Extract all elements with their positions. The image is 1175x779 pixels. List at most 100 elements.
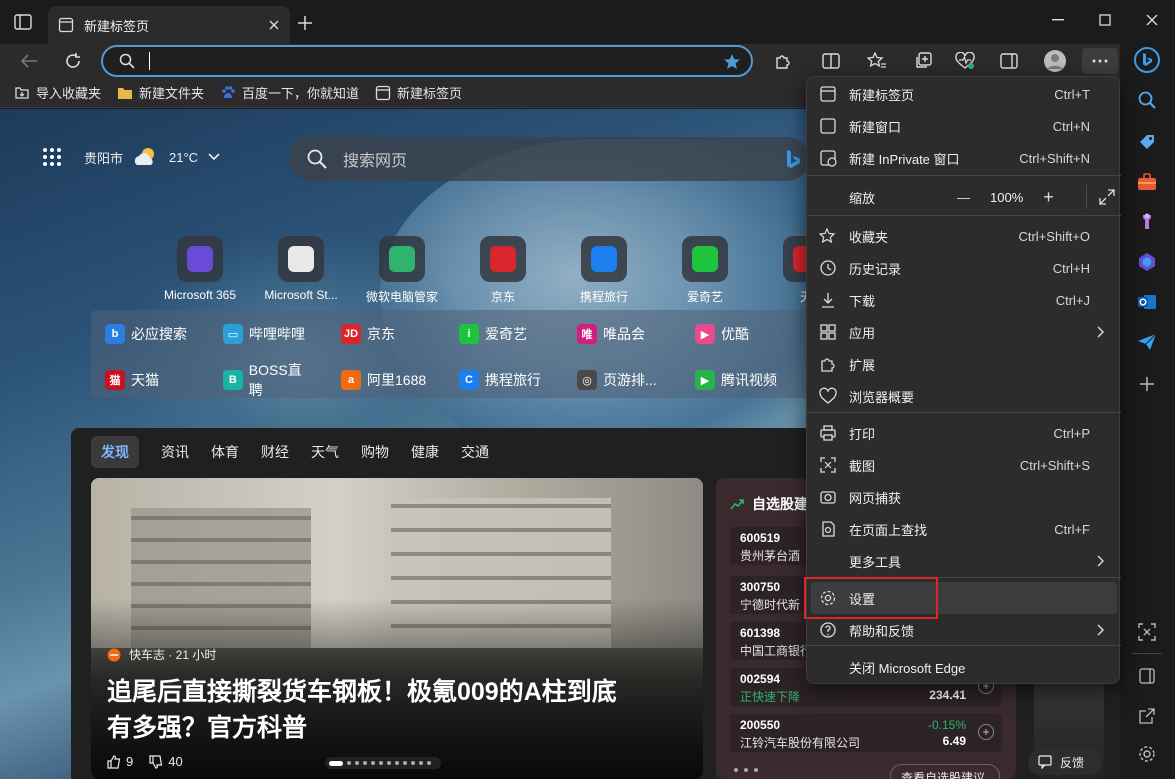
new-tab-button[interactable]: [296, 14, 314, 32]
weather-temperature: 21°C: [169, 149, 199, 165]
menu-item-label: 收藏夹: [849, 229, 889, 245]
address-bar[interactable]: [101, 45, 753, 77]
favorites-icon[interactable]: [862, 48, 892, 74]
menu-item[interactable]: 历史记录 Ctrl+H: [807, 252, 1121, 284]
feed-tab[interactable]: 健康: [411, 442, 439, 462]
favorite-baidu[interactable]: 百度一下，你就知道: [220, 83, 359, 102]
close-window-button[interactable]: [1129, 0, 1175, 40]
close-tab-icon[interactable]: [268, 19, 280, 31]
app-launcher-icon[interactable]: [42, 147, 62, 167]
quick-link[interactable]: ▶ 优酷: [695, 324, 787, 344]
bing-copilot-icon[interactable]: [1133, 46, 1161, 74]
sidebar-toggle-icon[interactable]: [994, 48, 1024, 74]
menu-item[interactable]: 收藏夹 Ctrl+Shift+O: [807, 220, 1121, 252]
tools-briefcase-icon[interactable]: [1133, 168, 1161, 196]
menu-item[interactable]: 下载 Ctrl+J: [807, 284, 1121, 316]
feedback-button[interactable]: 反馈: [1028, 749, 1102, 775]
menu-item[interactable]: 扩展: [807, 348, 1121, 380]
games-icon[interactable]: [1133, 208, 1161, 236]
feed-tab[interactable]: 购物: [361, 442, 389, 462]
open-external-icon[interactable]: [1133, 702, 1161, 730]
quick-link[interactable]: b 必应搜索: [105, 324, 197, 344]
quick-link[interactable]: JD 京东: [341, 324, 433, 344]
browser-essentials-icon[interactable]: [950, 48, 980, 74]
zoom-out-button[interactable]: —: [957, 190, 970, 205]
stock-row[interactable]: 200550 江铃汽车股份有限公司 -0.15% 6.49 +: [730, 714, 1002, 752]
menu-item[interactable]: 关闭 Microsoft Edge: [807, 651, 1121, 683]
shopping-tag-icon[interactable]: [1133, 128, 1161, 156]
minimize-button[interactable]: [1035, 0, 1081, 40]
weather-widget[interactable]: 贵阳市 21°C: [42, 147, 220, 167]
quick-link[interactable]: ▭ 哔哩哔哩: [223, 324, 315, 344]
top-site-tile[interactable]: 爱奇艺: [665, 236, 745, 305]
quick-link[interactable]: i 爱奇艺: [459, 324, 551, 344]
outlook-icon[interactable]: [1133, 288, 1161, 316]
hide-sidebar-icon[interactable]: [1133, 662, 1161, 690]
carousel-dots[interactable]: [325, 757, 441, 769]
quick-link[interactable]: C 携程旅行: [459, 360, 551, 400]
menu-item[interactable]: 新建窗口 Ctrl+N: [807, 110, 1121, 142]
feed-tab[interactable]: 体育: [211, 442, 239, 462]
back-icon[interactable]: [14, 48, 44, 74]
menu-item[interactable]: 缩放 — 100% +: [807, 181, 1121, 213]
sidebar-settings-icon[interactable]: [1133, 740, 1161, 768]
top-site-tile[interactable]: Microsoft 365: [160, 236, 240, 305]
menu-item[interactable]: 浏览器概要: [807, 380, 1121, 412]
favorite-new-folder[interactable]: 新建文件夹: [117, 83, 204, 102]
settings-and-more-button[interactable]: [1082, 48, 1118, 74]
quick-link[interactable]: 猫天猫: [105, 360, 197, 400]
maximize-button[interactable]: [1082, 0, 1128, 40]
feed-tab[interactable]: 交通: [461, 442, 489, 462]
extensions-puzzle-icon[interactable]: [768, 48, 798, 74]
add-sidebar-app-icon[interactable]: [1133, 370, 1161, 398]
menu-item[interactable]: 网页捕获: [807, 481, 1121, 513]
top-site-icon: [682, 236, 728, 282]
web-search-box[interactable]: 搜索网页: [289, 137, 809, 181]
menu-item[interactable]: 更多工具: [807, 545, 1121, 577]
stock-pager-dots[interactable]: [734, 768, 758, 772]
chevron-down-icon[interactable]: [208, 153, 220, 161]
top-site-tile[interactable]: 微软电脑管家: [362, 236, 442, 305]
menu-item[interactable]: 新建标签页 Ctrl+T: [807, 78, 1121, 110]
microsoft-365-icon[interactable]: [1133, 248, 1161, 276]
quick-link[interactable]: a 阿里1688: [341, 360, 433, 400]
refresh-icon[interactable]: [58, 48, 88, 74]
feed-tab[interactable]: 资讯: [161, 442, 189, 462]
quick-link[interactable]: B BOSS直聘: [223, 360, 315, 400]
feed-tab[interactable]: 发现: [91, 436, 139, 468]
view-stock-suggestions-button[interactable]: 查看自选股建议: [890, 764, 1000, 779]
feed-tab[interactable]: 财经: [261, 442, 289, 462]
favorite-star-icon[interactable]: [723, 53, 741, 70]
quick-link[interactable]: 唯唯品会: [577, 324, 669, 344]
news-photo-card[interactable]: 快车志 · 21 小时 追尾后直接撕裂货车钢板！极氪009的A柱到底 有多强？官…: [91, 478, 703, 779]
top-site-tile[interactable]: 京东: [463, 236, 543, 305]
profile-avatar[interactable]: [1040, 48, 1070, 74]
dislike-button[interactable]: 40: [149, 754, 183, 769]
tab-actions-icon[interactable]: [14, 14, 32, 30]
news-headline[interactable]: 追尾后直接撕裂货车钢板！极氪009的A柱到底 有多强？官方科普: [107, 674, 617, 746]
collections-icon[interactable]: [908, 48, 938, 74]
add-stock-icon[interactable]: +: [978, 724, 994, 740]
favorite-import[interactable]: 导入收藏夹: [14, 83, 101, 102]
menu-item[interactable]: 新建 InPrivate 窗口 Ctrl+Shift+N: [807, 142, 1121, 174]
top-site-tile[interactable]: Microsoft St...: [261, 236, 341, 305]
search-icon[interactable]: [1133, 86, 1161, 114]
tab-new-tab[interactable]: 新建标签页: [48, 6, 290, 44]
screenshot-icon[interactable]: [1133, 618, 1161, 646]
favorite-new-tab[interactable]: 新建标签页: [375, 83, 462, 102]
top-site-tile[interactable]: 携程旅行: [564, 236, 644, 305]
split-screen-icon[interactable]: [816, 48, 846, 74]
menu-item[interactable]: 截图 Ctrl+Shift+S: [807, 449, 1121, 481]
send-icon[interactable]: [1133, 328, 1161, 356]
zoom-in-button[interactable]: +: [1043, 187, 1054, 208]
menu-item[interactable]: 在页面上查找 Ctrl+F: [807, 513, 1121, 545]
bing-icon[interactable]: [785, 149, 801, 169]
menu-item[interactable]: 应用: [807, 316, 1121, 348]
fullscreen-icon[interactable]: [1085, 185, 1115, 209]
quick-link[interactable]: ▶ 腾讯视频: [695, 360, 787, 400]
feed-tab[interactable]: 天气: [311, 442, 339, 462]
menu-item[interactable]: 打印 Ctrl+P: [807, 417, 1121, 449]
pager-dot: [734, 768, 738, 772]
quick-link[interactable]: ◎ 页游排...: [577, 360, 669, 400]
like-button[interactable]: 9: [107, 754, 133, 769]
